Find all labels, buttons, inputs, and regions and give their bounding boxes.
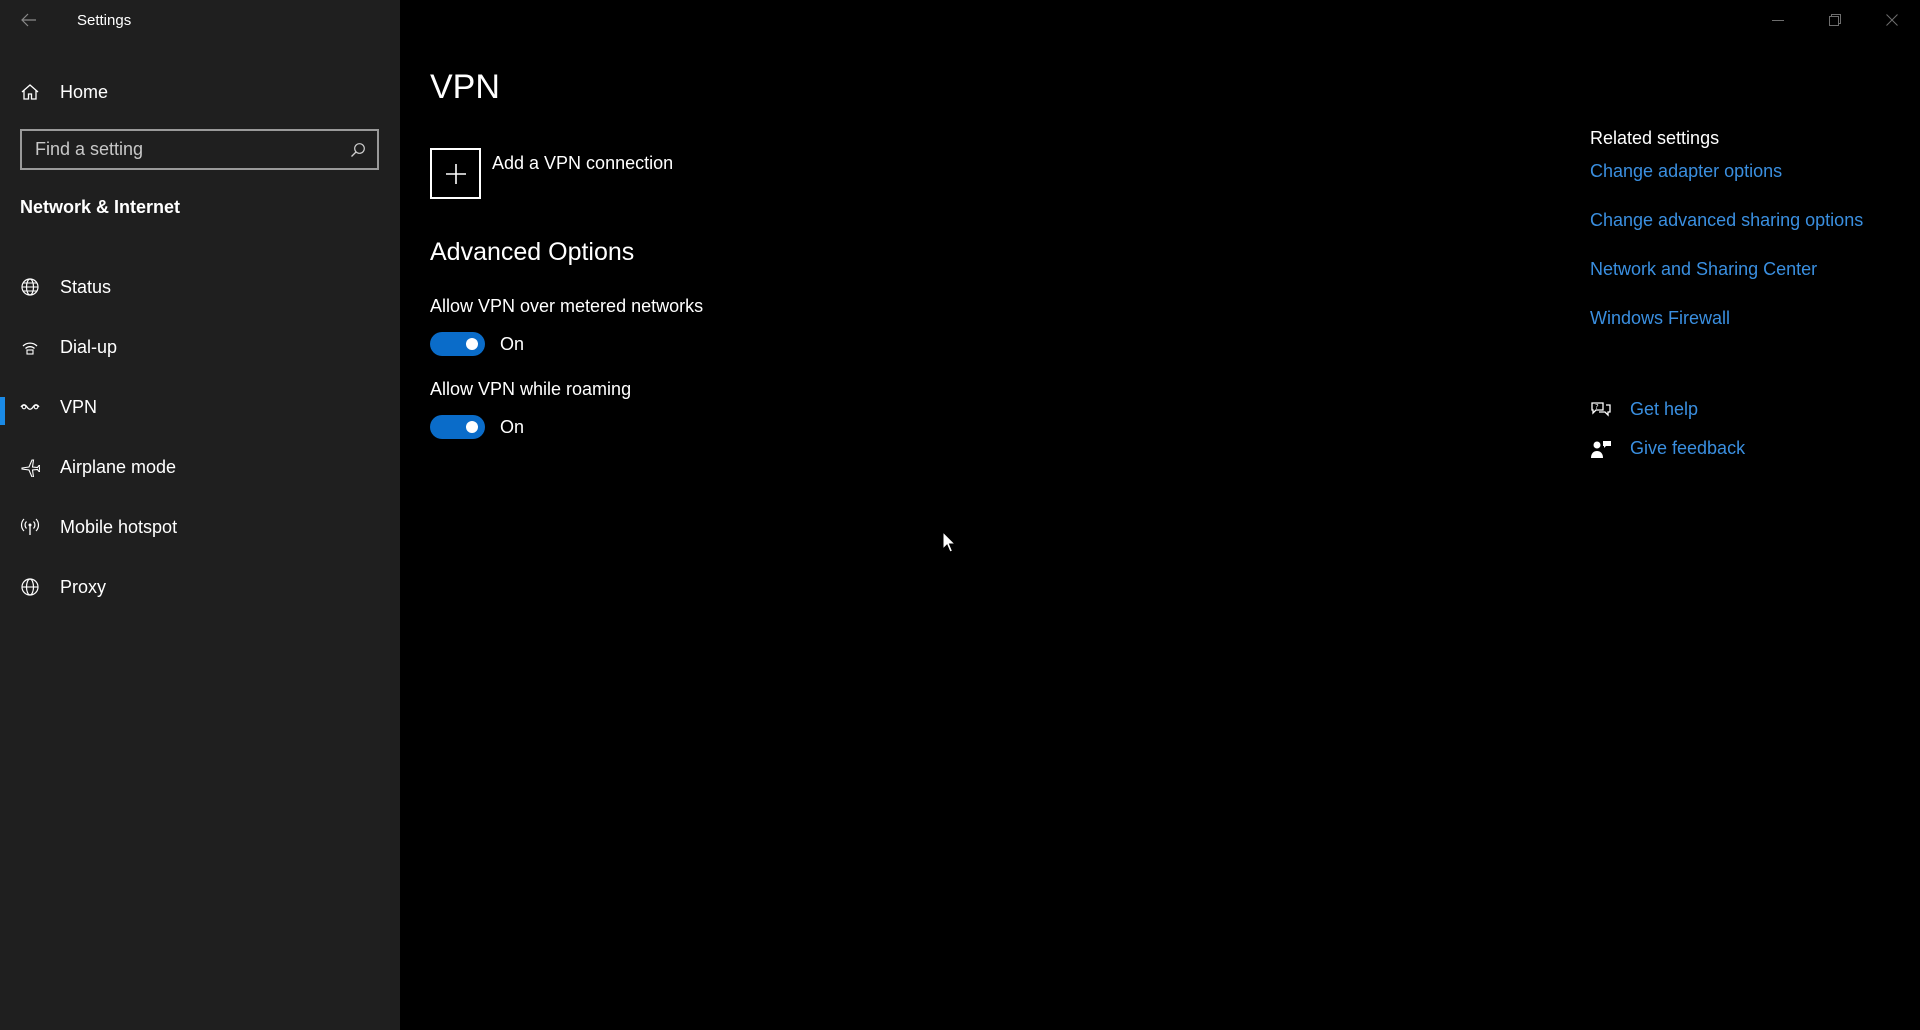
sidebar-item-home[interactable]: Home — [0, 74, 400, 110]
svg-text:?: ? — [1595, 403, 1599, 411]
sidebar-item-label: Mobile hotspot — [60, 516, 178, 537]
sidebar-item-vpn[interactable]: VPN — [0, 377, 400, 437]
mouse-cursor-icon — [942, 531, 956, 553]
get-help-item[interactable]: ? Get help — [1590, 390, 1745, 429]
sidebar-item-status[interactable]: Status — [0, 257, 400, 317]
windows-firewall-link[interactable]: Windows Firewall — [1590, 308, 1863, 357]
search-box — [20, 129, 379, 170]
roaming-toggle[interactable] — [430, 415, 485, 439]
sidebar-item-label: Dial-up — [60, 336, 118, 357]
app-title: Settings — [77, 11, 132, 29]
give-feedback-link[interactable]: Give feedback — [1630, 438, 1745, 459]
advanced-options-heading: Advanced Options — [430, 238, 635, 266]
hotspot-icon — [0, 509, 60, 545]
metered-networks-state: On — [500, 333, 525, 354]
metered-networks-toggle[interactable] — [430, 332, 485, 356]
sidebar-item-airplane-mode[interactable]: Airplane mode — [0, 437, 400, 497]
globe-status-icon — [0, 269, 60, 305]
sidebar-item-label: Proxy — [60, 576, 107, 597]
sidebar-item-mobile-hotspot[interactable]: Mobile hotspot — [0, 497, 400, 557]
title-bar: Settings — [0, 0, 400, 40]
roaming-option: Allow VPN while roaming On — [430, 379, 631, 439]
change-advanced-sharing-options-link[interactable]: Change advanced sharing options — [1590, 210, 1863, 259]
chat-help-icon: ? — [1590, 400, 1630, 420]
add-vpn-connection-label: Add a VPN connection — [492, 153, 674, 173]
get-help-link[interactable]: Get help — [1630, 399, 1698, 420]
dialup-icon — [0, 329, 60, 365]
related-settings: Related settings Change adapter options … — [1590, 128, 1863, 357]
home-icon — [0, 74, 60, 110]
back-button[interactable] — [0, 0, 58, 40]
give-feedback-item[interactable]: Give feedback — [1590, 429, 1745, 468]
page-title: VPN — [430, 68, 500, 106]
sidebar-item-dialup[interactable]: Dial-up — [0, 317, 400, 377]
toggle-knob — [466, 338, 478, 350]
metered-networks-label: Allow VPN over metered networks — [430, 296, 704, 316]
sidebar-item-label: Airplane mode — [60, 456, 177, 477]
feedback-icon — [1590, 439, 1630, 459]
related-settings-title: Related settings — [1590, 128, 1720, 148]
sidebar-item-proxy[interactable]: Proxy — [0, 557, 400, 617]
nav-list: Status Dial-up VPN Airplane mode Mobile … — [0, 257, 400, 617]
airplane-icon — [0, 449, 60, 485]
sidebar-item-label: Status — [60, 276, 112, 297]
globe-icon — [0, 569, 60, 605]
help-section: ? Get help Give feedback — [1590, 390, 1745, 468]
toggle-knob — [466, 421, 478, 433]
plus-icon — [430, 148, 481, 199]
add-vpn-connection-button[interactable]: Add a VPN connection — [430, 148, 673, 199]
sidebar: Settings Home Network & Internet Status … — [0, 0, 400, 1030]
sidebar-item-label: VPN — [60, 396, 98, 417]
back-arrow-icon — [21, 13, 36, 27]
section-title: Network & Internet — [20, 197, 181, 217]
search-input[interactable] — [22, 131, 339, 168]
search-icon[interactable] — [339, 131, 377, 168]
roaming-state: On — [500, 416, 525, 437]
sidebar-item-label: Home — [60, 81, 109, 102]
roaming-label: Allow VPN while roaming — [430, 379, 632, 399]
network-sharing-center-link[interactable]: Network and Sharing Center — [1590, 259, 1863, 308]
change-adapter-options-link[interactable]: Change adapter options — [1590, 161, 1863, 210]
vpn-icon — [0, 389, 60, 425]
metered-networks-option: Allow VPN over metered networks On — [430, 296, 703, 356]
